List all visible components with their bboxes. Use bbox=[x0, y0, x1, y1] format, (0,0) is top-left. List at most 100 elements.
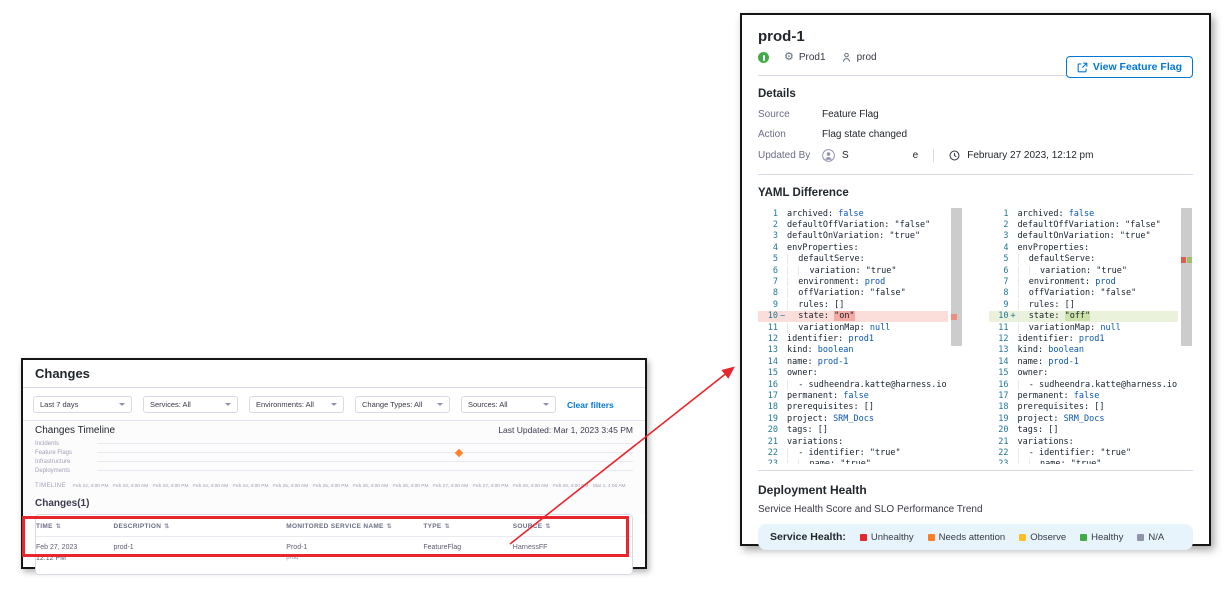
yaml-code: permanent: false bbox=[787, 391, 948, 401]
service-env: prod bbox=[286, 554, 423, 563]
table-row[interactable]: Feb 27, 202312:12 PMprod-1Prod-1prodFeat… bbox=[36, 537, 632, 574]
line-number: 18 bbox=[989, 402, 1009, 412]
filter-dropdown-3[interactable]: Change Types: All bbox=[355, 396, 450, 413]
line-number: 11 bbox=[758, 323, 778, 333]
timeline-tick-label: Feb 22, 4:00 PM bbox=[73, 484, 113, 489]
yaml-line: 20 tags: [] bbox=[758, 424, 948, 435]
column-header-time[interactable]: TIME⇅ bbox=[36, 523, 113, 530]
cell-source: HarnessFF bbox=[513, 543, 632, 564]
line-number: 19 bbox=[758, 414, 778, 424]
column-header-label: TIME bbox=[36, 523, 53, 530]
yaml-line: 5 defaultServe: bbox=[758, 254, 948, 265]
line-number: 12 bbox=[758, 334, 778, 344]
line-number: 2 bbox=[758, 220, 778, 230]
legend-item-unhealthy: Unhealthy bbox=[860, 532, 914, 543]
timeline-tick-label: Feb 26, 4:00 PM bbox=[393, 484, 433, 489]
sort-icon[interactable]: ⇅ bbox=[545, 523, 550, 530]
column-header-type[interactable]: TYPE ⇅ bbox=[423, 523, 512, 530]
column-header-label: MONITORED SERVICE NAME bbox=[286, 523, 383, 530]
sort-icon[interactable]: ⇅ bbox=[387, 523, 392, 530]
line-number: 15 bbox=[758, 368, 778, 378]
legend-item-needs-attention: Needs attention bbox=[928, 532, 1006, 543]
sort-icon[interactable]: ⇅ bbox=[445, 523, 450, 530]
line-number: 9 bbox=[989, 300, 1009, 310]
yaml-line: 16 - sudheendra.katte@harness.io bbox=[758, 379, 948, 390]
left-scrollbar[interactable] bbox=[950, 208, 963, 464]
updated-by-name-end: e bbox=[913, 150, 919, 161]
filter-label: Environments: All bbox=[256, 400, 314, 409]
yaml-line: 13kind: boolean bbox=[989, 345, 1179, 356]
clear-filters-link[interactable]: Clear filters bbox=[567, 400, 614, 410]
sort-icon[interactable]: ⇅ bbox=[56, 523, 61, 530]
line-number: 14 bbox=[989, 357, 1009, 367]
timeline-tick-label: Feb 27, 4:00 PM bbox=[473, 484, 513, 489]
line-number: 1 bbox=[758, 209, 778, 219]
yaml-code: owner: bbox=[1018, 368, 1179, 378]
updated-at-value: February 27 2023, 12:12 pm bbox=[967, 150, 1093, 161]
yaml-code: defaultOffVariation: "false" bbox=[1018, 220, 1179, 230]
sort-icon[interactable]: ⇅ bbox=[164, 523, 169, 530]
yaml-line: 10+ state: "off" bbox=[989, 311, 1179, 322]
line-number: 3 bbox=[758, 231, 778, 241]
right-scrollbar[interactable] bbox=[1180, 208, 1193, 464]
cell-monitored-service: Prod-1prod bbox=[286, 543, 423, 564]
changes-count-label: Changes(1) bbox=[23, 491, 645, 514]
yaml-line: 16 - sudheendra.katte@harness.io bbox=[989, 379, 1179, 390]
chevron-down-icon bbox=[225, 403, 231, 406]
line-number: 21 bbox=[758, 437, 778, 447]
timeline-track bbox=[97, 443, 633, 444]
timeline-event-marker[interactable] bbox=[455, 448, 463, 456]
column-header-label: TYPE bbox=[423, 523, 441, 530]
yaml-line: 22 - identifier: "true" bbox=[758, 447, 948, 458]
filter-dropdown-1[interactable]: Services: All bbox=[143, 396, 238, 413]
timeline-row-label: Infrastructure bbox=[35, 459, 97, 465]
gear-icon: ⚙ bbox=[784, 52, 794, 63]
diff-marker-added bbox=[1187, 257, 1192, 263]
yaml-code: envProperties: bbox=[1018, 243, 1179, 253]
filter-dropdown-0[interactable]: Last 7 days bbox=[33, 396, 132, 413]
timeline-tick-label: Feb 23, 4:00 PM bbox=[153, 484, 193, 489]
yaml-line: 15owner: bbox=[758, 367, 948, 378]
column-header-description[interactable]: DESCRIPTION⇅ bbox=[113, 523, 286, 530]
filter-dropdown-4[interactable]: Sources: All bbox=[461, 396, 556, 413]
flag-state-icon bbox=[758, 52, 769, 63]
line-number: 20 bbox=[758, 425, 778, 435]
yaml-line: 8 offVariation: "false" bbox=[758, 288, 948, 299]
yaml-code: tags: [] bbox=[787, 425, 948, 435]
yaml-code: - identifier: "true" bbox=[1018, 448, 1179, 458]
yaml-line: 23 name: "true" bbox=[758, 459, 948, 464]
cell-time: Feb 27, 202312:12 PM bbox=[36, 543, 113, 564]
yaml-code: project: SRM_Docs bbox=[787, 414, 948, 424]
yaml-line: 2defaultOffVariation: "false" bbox=[989, 219, 1179, 230]
yaml-line: 23 name: "true" bbox=[989, 459, 1179, 464]
yaml-line: 7 environment: prod bbox=[758, 276, 948, 287]
chevron-down-icon bbox=[543, 403, 549, 406]
action-label: Action bbox=[758, 129, 822, 140]
timeline-track bbox=[97, 470, 633, 471]
clock-icon bbox=[949, 150, 960, 161]
timeline-row-label: Deployments bbox=[35, 468, 97, 474]
line-number: 7 bbox=[989, 277, 1009, 287]
yaml-line: 9 rules: [] bbox=[989, 299, 1179, 310]
yaml-code: rules: [] bbox=[787, 300, 948, 310]
column-header-source[interactable]: SOURCE⇅ bbox=[513, 523, 632, 530]
table-header-row: TIME⇅DESCRIPTION⇅MONITORED SERVICE NAME⇅… bbox=[36, 515, 632, 537]
yaml-line: 11 variationMap: null bbox=[989, 322, 1179, 333]
yaml-line: 17permanent: false bbox=[758, 390, 948, 401]
filter-label: Change Types: All bbox=[362, 400, 422, 409]
yaml-line: 2defaultOffVariation: "false" bbox=[758, 219, 948, 230]
yaml-line: 18prerequisites: [] bbox=[989, 402, 1179, 413]
column-header-label: SOURCE bbox=[513, 523, 543, 530]
yaml-line: 1archived: false bbox=[758, 208, 948, 219]
line-number: 22 bbox=[989, 448, 1009, 458]
view-feature-flag-button[interactable]: View Feature Flag bbox=[1066, 56, 1193, 78]
filter-dropdown-2[interactable]: Environments: All bbox=[249, 396, 344, 413]
yaml-line: 3defaultOnVariation: "true" bbox=[758, 231, 948, 242]
yaml-code: variations: bbox=[1018, 437, 1179, 447]
yaml-code: envProperties: bbox=[787, 243, 948, 253]
yaml-line: 12identifier: prod1 bbox=[989, 333, 1179, 344]
column-header-monitored-service-name[interactable]: MONITORED SERVICE NAME ⇅ bbox=[286, 523, 423, 530]
yaml-code: name: "true" bbox=[787, 459, 948, 464]
yaml-line: 21variations: bbox=[758, 436, 948, 447]
line-number: 5 bbox=[758, 254, 778, 264]
